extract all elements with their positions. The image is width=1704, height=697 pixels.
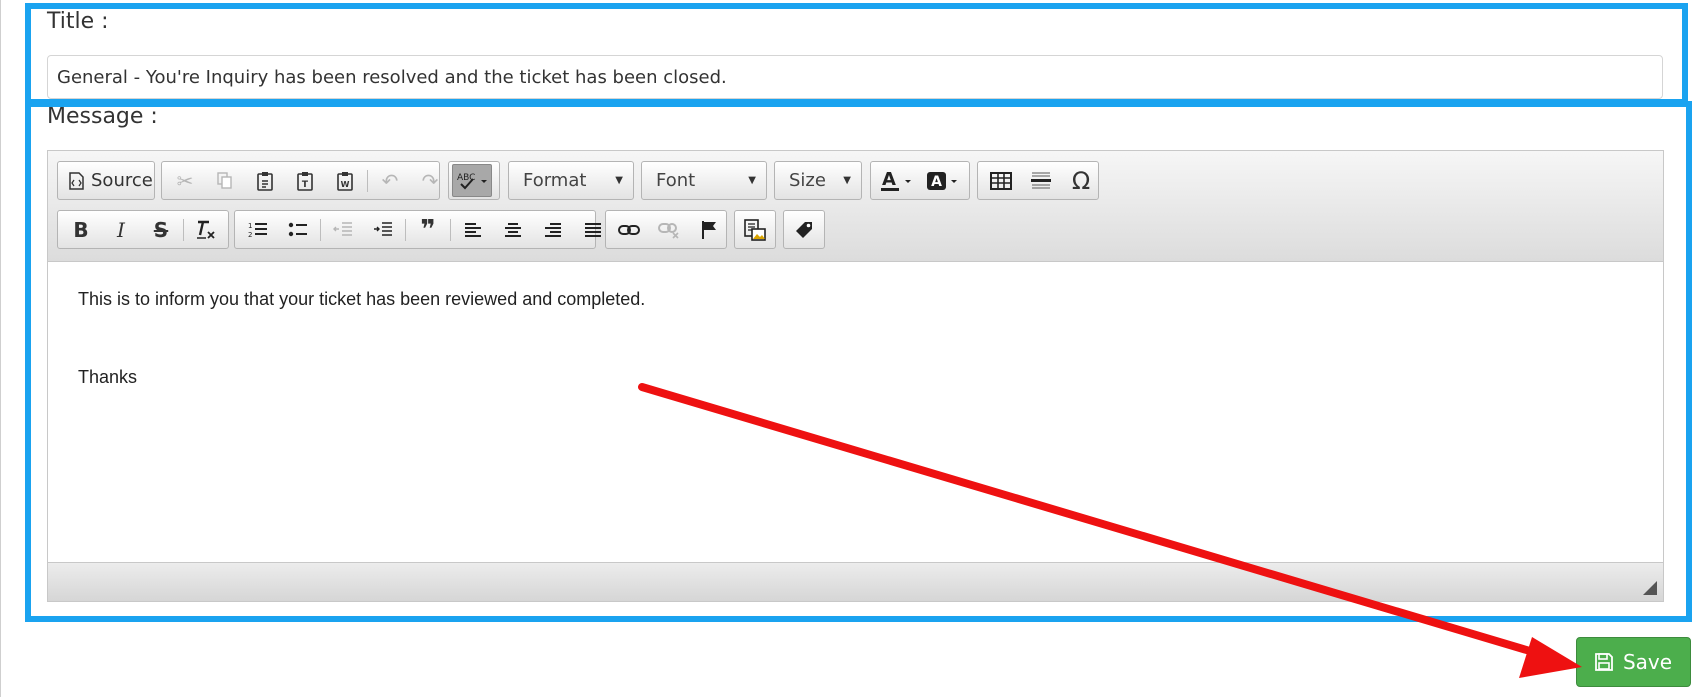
message-highlight-box [25, 101, 1692, 622]
floppy-disk-icon [1595, 653, 1613, 671]
page-border [0, 0, 1, 697]
title-highlight-box [25, 3, 1688, 105]
save-button[interactable]: Save [1576, 637, 1691, 687]
save-label: Save [1622, 650, 1673, 674]
